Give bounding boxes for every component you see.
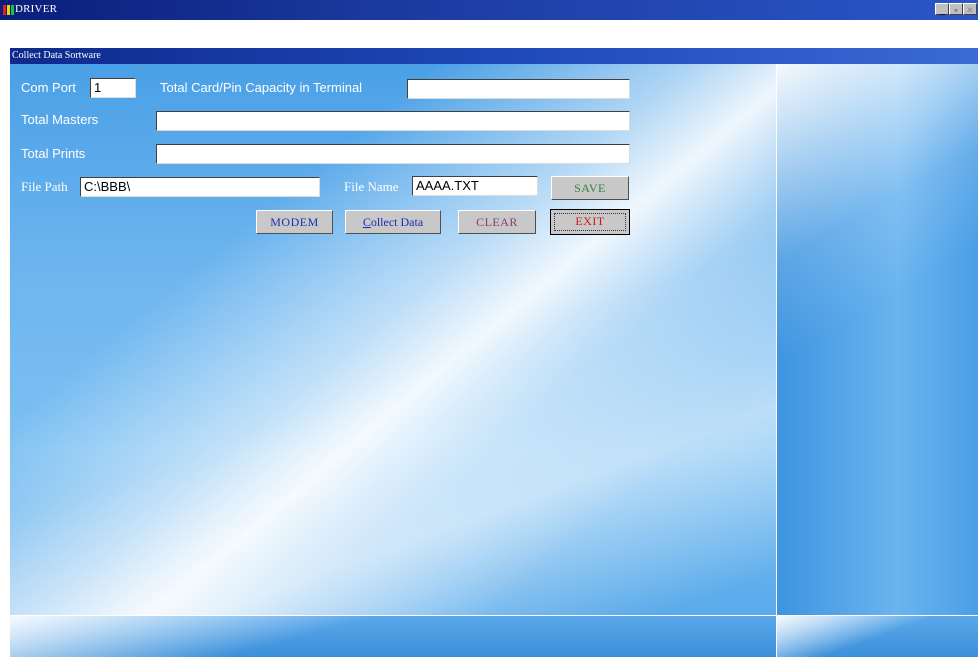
file-name-field[interactable]: AAAA.TXT xyxy=(412,176,538,196)
child-window-titlebar[interactable]: Collect Data Sortware xyxy=(10,48,978,64)
total-prints-field[interactable] xyxy=(156,144,630,164)
save-button[interactable]: SAVE xyxy=(551,176,629,200)
collect-data-button[interactable]: Collect Data xyxy=(345,210,441,234)
minimize-icon[interactable]: _ xyxy=(935,3,949,15)
capacity-field[interactable] xyxy=(407,79,630,99)
file-path-field[interactable]: C:\BBB\ xyxy=(80,177,320,197)
modem-button[interactable]: MODEM xyxy=(256,210,333,234)
close-icon[interactable]: ✕ xyxy=(963,3,977,15)
menu-area xyxy=(0,20,978,48)
driver-app-icon xyxy=(3,5,15,15)
main-form-panel: Com Port 1 Total Card/Pin Capacity in Te… xyxy=(10,64,776,615)
com-port-label: Com Port xyxy=(21,80,76,95)
com-port-field[interactable]: 1 xyxy=(90,78,136,98)
clear-button[interactable]: CLEAR xyxy=(458,210,536,234)
app-title: DRIVER xyxy=(15,3,58,15)
exit-button-label: EXIT xyxy=(554,213,626,231)
file-name-label: File Name xyxy=(344,179,399,194)
capacity-label: Total Card/Pin Capacity in Terminal xyxy=(160,80,363,95)
total-masters-field[interactable] xyxy=(156,111,630,131)
bottom-decor-panel xyxy=(10,615,776,657)
child-window-client: Com Port 1 Total Card/Pin Capacity in Te… xyxy=(10,64,978,657)
restore-icon[interactable]: ▫ xyxy=(949,3,963,15)
file-path-label: File Path xyxy=(21,179,68,194)
child-window-title: Collect Data Sortware xyxy=(12,50,101,61)
total-prints-label: Total Prints xyxy=(21,146,86,161)
exit-button[interactable]: EXIT xyxy=(550,209,630,235)
bottom-right-decor-panel xyxy=(776,615,978,657)
total-masters-label: Total Masters xyxy=(21,112,99,127)
right-decor-panel xyxy=(776,64,978,615)
app-titlebar[interactable]: DRIVER _ ▫ ✕ xyxy=(0,0,978,20)
